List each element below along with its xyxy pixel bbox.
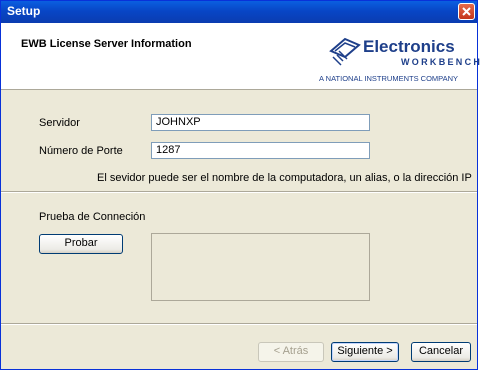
- test-result-area: [151, 233, 370, 301]
- next-button[interactable]: Siguiente >: [331, 342, 399, 362]
- logo-tagline: A NATIONAL INSTRUMENTS COMPANY: [319, 74, 459, 83]
- logo-name: Electronics: [363, 37, 455, 56]
- title-bar[interactable]: Setup: [1, 1, 477, 23]
- page-title: EWB License Server Information: [21, 38, 192, 50]
- wizard-header: EWB License Server Information Electroni…: [1, 23, 480, 90]
- footer-divider: [1, 323, 477, 325]
- test-section-label: Prueba de Conneción: [39, 211, 146, 223]
- window-title: Setup: [7, 4, 41, 18]
- server-input[interactable]: JOHNXP: [151, 114, 370, 131]
- port-input[interactable]: 1287: [151, 142, 370, 159]
- divider: [1, 191, 477, 193]
- close-button[interactable]: [458, 3, 475, 20]
- cancel-button[interactable]: Cancelar: [411, 342, 471, 362]
- logo-mark-icon: [329, 37, 361, 66]
- back-button[interactable]: < Atrás: [258, 342, 324, 362]
- test-button[interactable]: Probar: [39, 234, 123, 254]
- logo-sub: WORKBENCH: [401, 57, 483, 67]
- port-label: Número de Porte: [39, 145, 123, 157]
- setup-window: Setup EWB License Server Information Ele…: [0, 0, 480, 370]
- server-label: Servidor: [39, 117, 80, 129]
- server-hint: El sevidor puede ser el nombre de la com…: [97, 172, 472, 184]
- close-icon: [462, 7, 471, 16]
- electronics-workbench-logo: Electronics WORKBENCH A NATIONAL INSTRUM…: [319, 35, 480, 85]
